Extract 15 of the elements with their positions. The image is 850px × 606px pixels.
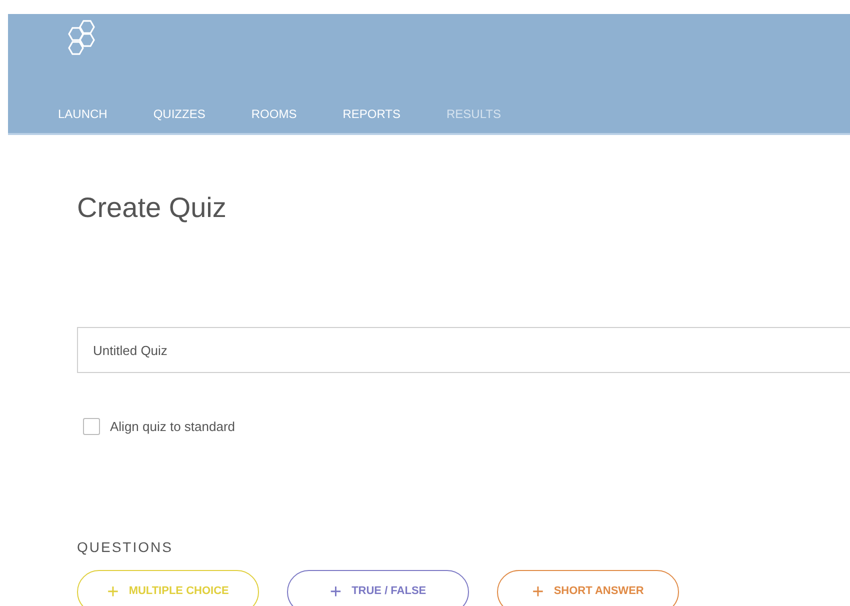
plus-icon: +	[107, 582, 119, 602]
plus-icon: +	[532, 582, 544, 602]
page-title: Create Quiz	[77, 191, 228, 225]
quiz-name-field[interactable]: Untitled Quiz	[77, 327, 850, 373]
align-label: Align quiz to standard	[110, 418, 236, 436]
nav-tab[interactable]: REPORTS	[342, 105, 400, 123]
add-question-button[interactable]: + SHORT ANSWER	[497, 570, 679, 606]
plus-icon: +	[330, 582, 342, 602]
questions-heading: QUESTIONS	[77, 538, 174, 557]
add-question-button[interactable]: + MULTIPLE CHOICE	[77, 570, 259, 606]
align-checkbox[interactable]	[83, 418, 100, 436]
nav-tab[interactable]: ROOMS	[251, 105, 297, 123]
nav-tab[interactable]: LAUNCH	[58, 105, 108, 123]
add-question-button[interactable]: + TRUE / FALSE	[287, 570, 469, 606]
nav-tab[interactable]: QUIZZES	[153, 105, 206, 123]
